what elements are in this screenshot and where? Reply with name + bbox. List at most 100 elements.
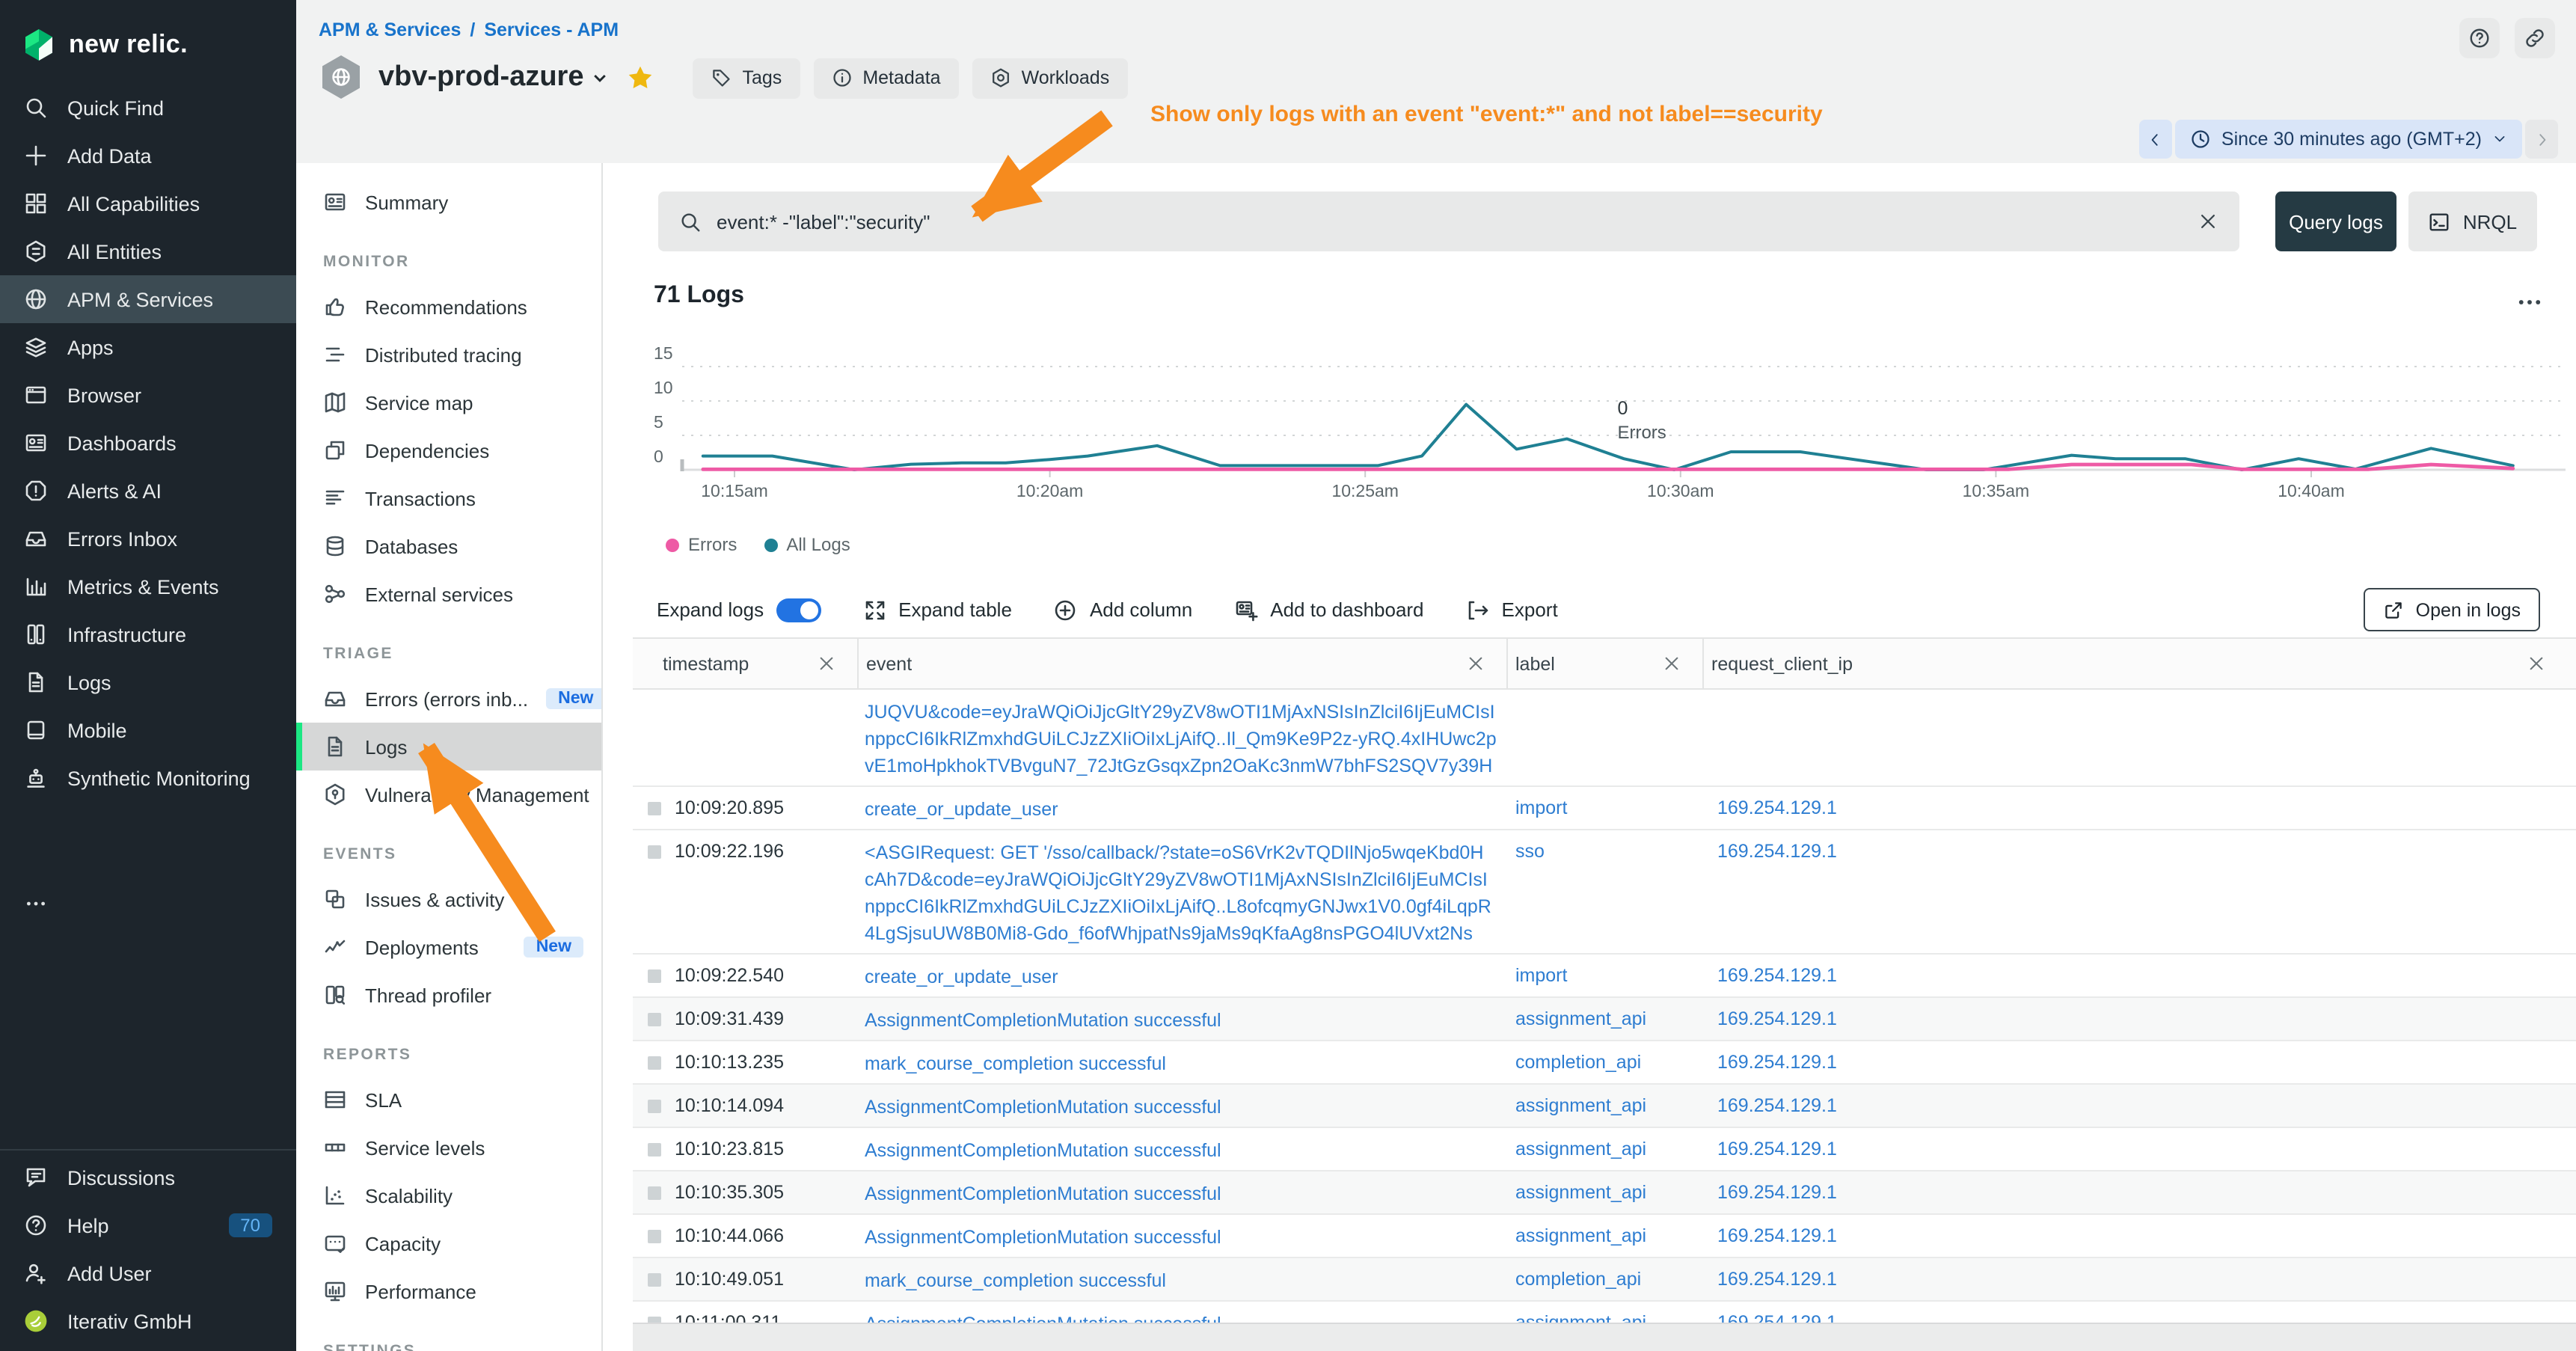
- log-label-link[interactable]: assignment_api: [1515, 1225, 1646, 1246]
- column-header-label[interactable]: label: [1506, 639, 1702, 688]
- log-event-link[interactable]: AssignmentCompletionMutation successful: [865, 1311, 1479, 1323]
- column-header-event[interactable]: event: [857, 639, 1506, 688]
- breadcrumb-apm[interactable]: APM & Services: [319, 19, 461, 40]
- sidebar-item-mobile[interactable]: Mobile: [0, 706, 296, 754]
- log-event-link[interactable]: AssignmentCompletionMutation successful: [865, 1180, 1479, 1207]
- time-back-button[interactable]: [2139, 120, 2172, 159]
- log-event-link[interactable]: 4LgSjsuUW8B0Mi8-Gdo_f6ofWhjpatNs9jaMs9qK…: [865, 920, 1479, 947]
- subnav-item-dependencies[interactable]: Dependencies: [296, 426, 601, 474]
- subnav-item-external-services[interactable]: External services: [296, 570, 601, 618]
- log-ip-link[interactable]: 169.254.129.1: [1717, 1095, 1837, 1116]
- table-row[interactable]: 10:09:20.895 create_or_update_user impor…: [633, 787, 2576, 830]
- panel-menu-icon[interactable]: [2516, 289, 2543, 316]
- subnav-item-scalability[interactable]: Scalability: [296, 1171, 601, 1219]
- sidebar-item-synthetic-monitoring[interactable]: Synthetic Monitoring: [0, 754, 296, 802]
- log-ip-link[interactable]: 169.254.129.1: [1717, 1269, 1837, 1290]
- table-row[interactable]: 10:09:22.540 create_or_update_user impor…: [633, 955, 2576, 998]
- log-event-link[interactable]: AssignmentCompletionMutation successful: [865, 1094, 1479, 1121]
- subnav-item-errors-errors-inb-[interactable]: Errors (errors inb... New: [296, 675, 601, 723]
- table-row[interactable]: JUQVU&code=eyJraWQiOiJjcGltY29yZV8wOTI1M…: [633, 690, 2576, 787]
- log-event-link[interactable]: mark_course_completion successful: [865, 1267, 1479, 1294]
- expand-table-button[interactable]: Expand table: [862, 598, 1012, 622]
- table-row[interactable]: 10:09:31.439 AssignmentCompletionMutatio…: [633, 998, 2576, 1041]
- tags-button[interactable]: Tags: [693, 58, 800, 98]
- row-indicator-icon[interactable]: [648, 845, 661, 859]
- table-row[interactable]: 10:10:35.305 AssignmentCompletionMutatio…: [633, 1171, 2576, 1215]
- table-row[interactable]: 10:10:49.051 mark_course_completion succ…: [633, 1258, 2576, 1302]
- query-logs-button[interactable]: Query logs: [2275, 192, 2396, 251]
- brand[interactable]: new relic.: [0, 0, 296, 84]
- sidebar-item-errors-inbox[interactable]: Errors Inbox: [0, 515, 296, 563]
- log-search-field[interactable]: [658, 192, 2239, 251]
- log-ip-link[interactable]: 169.254.129.1: [1717, 1139, 1837, 1159]
- row-indicator-icon[interactable]: [648, 1013, 661, 1026]
- favorite-star-icon[interactable]: [628, 64, 654, 91]
- log-label-link[interactable]: assignment_api: [1515, 1182, 1646, 1203]
- column-header-timestamp[interactable]: timestamp: [633, 639, 857, 688]
- subnav-item-issues-activity[interactable]: Issues & activity: [296, 875, 601, 923]
- subnav-item-service-levels[interactable]: Service levels: [296, 1124, 601, 1171]
- row-indicator-icon[interactable]: [648, 1230, 661, 1243]
- sidebar-item-dashboards[interactable]: Dashboards: [0, 419, 296, 467]
- log-label-link[interactable]: assignment_api: [1515, 1008, 1646, 1029]
- remove-column-icon[interactable]: [817, 654, 836, 673]
- log-ip-link[interactable]: 169.254.129.1: [1717, 797, 1837, 818]
- row-indicator-icon[interactable]: [648, 1186, 661, 1200]
- subnav-item-summary[interactable]: Summary: [296, 178, 601, 226]
- log-label-link[interactable]: assignment_api: [1515, 1312, 1646, 1323]
- row-indicator-icon[interactable]: [648, 1100, 661, 1113]
- logs-timeseries-chart[interactable]: 05101510:15am10:20am10:25am10:30am10:35a…: [651, 341, 2566, 501]
- log-event-link[interactable]: AssignmentCompletionMutation successful: [865, 1007, 1479, 1034]
- breadcrumb-services-apm[interactable]: Services - APM: [484, 19, 619, 40]
- log-event-link[interactable]: nppcCI6IkRlZmxhdGUiLCJzZXIiOiIxLjAifQ..L…: [865, 893, 1479, 920]
- log-label-link[interactable]: import: [1515, 797, 1567, 818]
- log-label-link[interactable]: assignment_api: [1515, 1095, 1646, 1116]
- log-event-link[interactable]: JUQVU&code=eyJraWQiOiJjcGltY29yZV8wOTI1M…: [865, 699, 1479, 726]
- add-to-dashboard-button[interactable]: Add to dashboard: [1234, 598, 1423, 622]
- log-event-link[interactable]: <ASGIRequest: GET '/sso/callback/?state=…: [865, 839, 1479, 866]
- open-in-logs-button[interactable]: Open in logs: [2364, 588, 2540, 631]
- sidebar-item-browser[interactable]: Browser: [0, 371, 296, 419]
- log-event-link[interactable]: AssignmentCompletionMutation successful: [865, 1224, 1479, 1251]
- legend-item-all-logs[interactable]: All Logs: [764, 534, 850, 555]
- log-label-link[interactable]: completion_api: [1515, 1269, 1641, 1290]
- time-range-button[interactable]: Since 30 minutes ago (GMT+2): [2175, 120, 2522, 159]
- log-event-link[interactable]: create_or_update_user: [865, 796, 1479, 823]
- log-label-link[interactable]: import: [1515, 965, 1567, 986]
- subnav-item-performance[interactable]: Performance: [296, 1267, 601, 1315]
- subnav-item-logs[interactable]: Logs: [296, 723, 601, 771]
- subnav-item-thread-profiler[interactable]: Thread profiler: [296, 971, 601, 1019]
- add-column-button[interactable]: Add column: [1054, 598, 1192, 622]
- row-indicator-icon[interactable]: [648, 1143, 661, 1157]
- subnav-item-vulnerability-management[interactable]: Vulnerability Management: [296, 771, 601, 818]
- log-label-link[interactable]: completion_api: [1515, 1052, 1641, 1073]
- table-scrollbar[interactable]: [633, 1323, 2576, 1351]
- sidebar-item-metrics-events[interactable]: Metrics & Events: [0, 563, 296, 610]
- sidebar-item-all-entities[interactable]: All Entities: [0, 227, 296, 275]
- log-ip-link[interactable]: 169.254.129.1: [1717, 965, 1837, 986]
- clear-search-icon[interactable]: [2198, 211, 2218, 232]
- log-search-input[interactable]: [717, 210, 2183, 233]
- log-event-link[interactable]: vE1moHpkhokTVBvguN7_72JtGzGsqxZpn2OaKc3n…: [865, 753, 1479, 779]
- sidebar-item-logs[interactable]: Logs: [0, 658, 296, 706]
- sidebar-item-apm-services[interactable]: APM & Services: [0, 275, 296, 323]
- sidebar-more-button[interactable]: [0, 880, 296, 928]
- subnav-item-service-map[interactable]: Service map: [296, 379, 601, 426]
- nrql-button[interactable]: NRQL: [2408, 192, 2537, 251]
- log-ip-link[interactable]: 169.254.129.1: [1717, 1008, 1837, 1029]
- log-ip-link[interactable]: 169.254.129.1: [1717, 1182, 1837, 1203]
- sidebar-item-quick-find[interactable]: Quick Find: [0, 84, 296, 132]
- subnav-item-transactions[interactable]: Transactions: [296, 474, 601, 522]
- log-ip-link[interactable]: 169.254.129.1: [1717, 1052, 1837, 1073]
- table-row[interactable]: 10:10:23.815 AssignmentCompletionMutatio…: [633, 1128, 2576, 1171]
- sidebar-item-add-user[interactable]: Add User: [0, 1249, 296, 1297]
- table-row[interactable]: 10:10:13.235 mark_course_completion succ…: [633, 1041, 2576, 1085]
- legend-item-errors[interactable]: Errors: [666, 534, 737, 555]
- sidebar-item-iterativ-gmbh[interactable]: Iterativ GmbH: [0, 1297, 296, 1345]
- log-ip-link[interactable]: 169.254.129.1: [1717, 1225, 1837, 1246]
- row-indicator-icon[interactable]: [648, 1056, 661, 1070]
- row-indicator-icon[interactable]: [648, 969, 661, 983]
- table-row[interactable]: 10:09:22.196 <ASGIRequest: GET '/sso/cal…: [633, 830, 2576, 955]
- log-ip-link[interactable]: 169.254.129.1: [1717, 1312, 1837, 1323]
- expand-logs-toggle[interactable]: Expand logs: [657, 598, 821, 622]
